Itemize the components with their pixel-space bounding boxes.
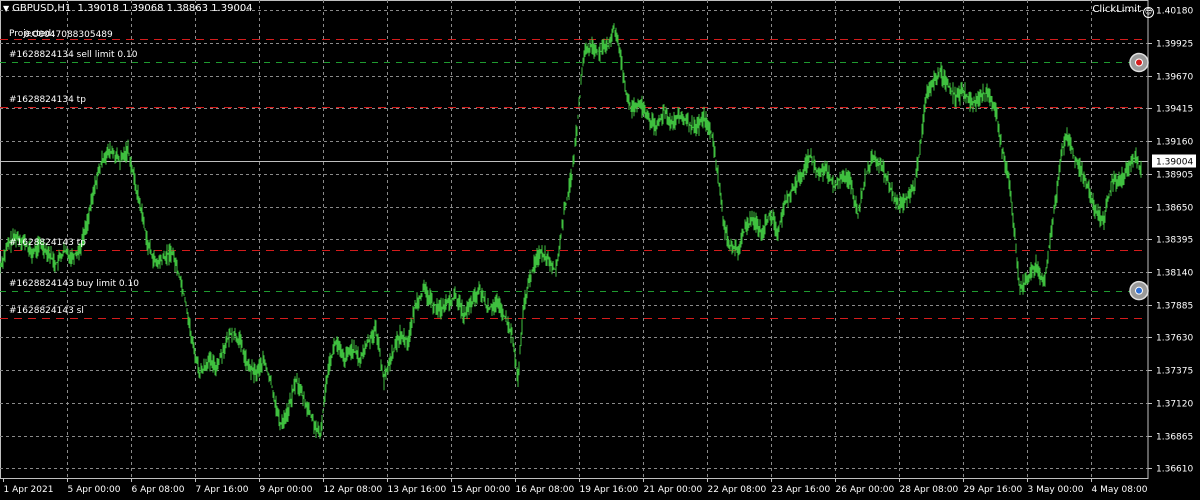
ohlc-values: 1.39018 1.39068 1.38863 1.39004 (77, 3, 253, 14)
price-chart[interactable]: 1.40180 1.39925 1.39670 1.39415 1.39160 1.389… (0, 0, 1200, 500)
chart-header: ▼ GBPUSD,H1 1.39018 1.39068 1.38863 1.390… (3, 3, 253, 14)
x-tick-label: 16 Apr 08:00 (516, 485, 575, 495)
current-price-label: 1.39004 (1156, 158, 1193, 168)
grid-layer (0, 0, 1149, 479)
y-tick-label: 1.39925 (1156, 40, 1193, 50)
x-tick-label: 21 Apr 00:00 (644, 485, 703, 495)
plot-frame (0, 0, 1149, 479)
smiley-icon: ☺ (1143, 7, 1154, 18)
x-tick-label: 6 Apr 08:00 (132, 485, 185, 495)
x-tick-label: 4 May 08:00 (1092, 485, 1148, 495)
x-tick-label: 5 Apr 00:00 (68, 485, 121, 495)
series-layer (0, 23, 1142, 439)
x-tick-label: 22 Apr 08:00 (708, 485, 767, 495)
projected-number: 0.00047088305489 (24, 30, 113, 40)
price-series (0, 23, 1142, 439)
buy-close-icon[interactable] (1135, 286, 1143, 295)
order-markers-layer (1129, 52, 1149, 301)
x-tick-label: 26 Apr 00:00 (836, 485, 895, 495)
y-tick-label: 1.40180 (1156, 7, 1193, 17)
sell-close-icon[interactable] (1135, 58, 1143, 67)
sell-order-marker[interactable] (1129, 52, 1149, 73)
clicklimit-indicator[interactable]: ClickLimit ☺ (1092, 4, 1154, 18)
clicklimit-label: ClickLimit (1092, 4, 1141, 15)
x-tick-label: 7 Apr 16:00 (196, 485, 249, 495)
y-tick-label: 1.37375 (1156, 367, 1193, 377)
y-tick-label: 1.38140 (1156, 269, 1193, 279)
x-tick-label: 9 Apr 00:00 (260, 485, 313, 495)
x-tick-label: 23 Apr 16:00 (772, 485, 831, 495)
y-tick-label: 1.38650 (1156, 204, 1193, 214)
order-label-buy-tp[interactable]: #1628824143 tp (9, 238, 86, 248)
x-tick-label: 29 Apr 16:00 (964, 485, 1023, 495)
order-label-sell-limit[interactable]: #1628824134 sell limit 0.10 (9, 50, 137, 60)
y-tick-label: 1.39670 (1156, 73, 1193, 83)
order-label-buy-sl[interactable]: #1628824143 sl (9, 306, 84, 316)
y-tick-label: 1.38395 (1156, 236, 1193, 246)
order-label-buy-limit[interactable]: #1628824143 buy limit 0.10 (9, 279, 139, 289)
y-tick-label: 1.37120 (1156, 400, 1193, 410)
y-tick-label: 1.39160 (1156, 138, 1193, 148)
symbol-label: GBPUSD,H1 (12, 3, 72, 14)
x-tick-label: 3 May 00:00 (1028, 485, 1084, 495)
order-label-sell-tp[interactable]: #1628824134 tp (9, 95, 86, 105)
y-tick-label: 1.37630 (1156, 334, 1193, 344)
y-tick-label: 1.39415 (1156, 105, 1193, 115)
buy-order-marker[interactable] (1129, 280, 1149, 301)
y-tick-label: 1.37885 (1156, 302, 1193, 312)
x-tick-label: 12 Apr 08:00 (324, 485, 383, 495)
y-tick-label: 1.36865 (1156, 433, 1193, 443)
chart-container[interactable]: 1.40180 1.39925 1.39670 1.39415 1.39160 1.389… (0, 0, 1200, 500)
x-tick-label: 28 Apr 08:00 (900, 485, 959, 495)
caret-down-icon[interactable]: ▼ (3, 4, 9, 13)
x-tick-label: 13 Apr 16:00 (388, 485, 447, 495)
x-tick-label: 1 Apr 2021 (4, 485, 54, 495)
y-tick-label: 1.38905 (1156, 171, 1193, 181)
x-tick-label: 15 Apr 00:00 (452, 485, 511, 495)
y-tick-label: 1.36610 (1156, 465, 1193, 475)
projected-value: 0.00047088305489 (24, 30, 113, 40)
x-tick-label: 19 Apr 16:00 (580, 485, 639, 495)
order-levels-layer (0, 39, 1148, 319)
